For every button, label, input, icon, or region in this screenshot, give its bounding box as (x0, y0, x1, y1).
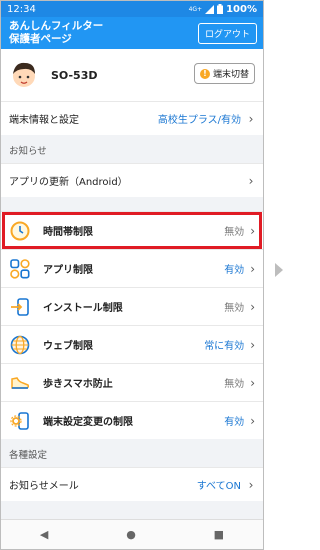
chevron-right-icon: › (250, 337, 255, 352)
phone-screen: 12:34 4G+ 100% あんしんフィルター 保護者ページ ログアウト SO… (0, 0, 264, 550)
feature-time-restriction[interactable]: 時間帯制限 無効 › (1, 211, 263, 249)
battery-level: 100% (226, 3, 257, 15)
feature-walking-phone-prevention[interactable]: 歩きスマホ防止 無効 › (1, 363, 263, 401)
app-title: あんしんフィルター 保護者ページ (9, 20, 104, 45)
plan-status: 高校生プラス/有効 (157, 115, 241, 126)
install-icon (9, 296, 31, 318)
notification-mail-row[interactable]: お知らせメール すべてON › (1, 467, 263, 501)
feature-web-restriction[interactable]: ウェブ制限 常に有効 › (1, 325, 263, 363)
apps-icon (9, 258, 31, 280)
feature-install-restriction[interactable]: インストール制限 無効 › (1, 287, 263, 325)
notice-item[interactable]: アプリの更新（Android） › (1, 163, 263, 197)
chevron-right-icon: › (250, 413, 255, 428)
device-name: SO-53D (51, 68, 98, 82)
feature-settings-change-restriction[interactable]: 端末設定変更の制限 有効 › (1, 401, 263, 439)
device-card: SO-53D ! 端末切替 (1, 49, 263, 101)
settings-phone-icon (9, 410, 31, 432)
home-nav-icon[interactable]: ● (126, 528, 136, 541)
app-header: あんしんフィルター 保護者ページ ログアウト (1, 17, 263, 49)
battery-icon (217, 4, 224, 14)
chevron-right-icon: › (250, 299, 255, 314)
chevron-right-icon: › (250, 375, 255, 390)
globe-icon (9, 334, 31, 356)
warning-icon: ! (199, 68, 210, 79)
status-time: 12:34 (7, 3, 36, 15)
device-settings-row[interactable]: 端末情報と設定 高校生プラス/有効 › (1, 101, 263, 135)
next-step-arrow-icon (275, 263, 283, 277)
feature-app-restriction[interactable]: アプリ制限 有効 › (1, 249, 263, 287)
sneaker-icon (9, 372, 31, 394)
chevron-right-icon: › (250, 223, 255, 238)
status-bar: 12:34 4G+ 100% (1, 1, 263, 17)
signal-icon (205, 4, 215, 14)
avatar (13, 62, 35, 87)
settings-header: 各種設定 (9, 450, 48, 461)
back-nav-icon[interactable]: ◀ (40, 528, 48, 541)
clock-icon (9, 220, 31, 242)
chevron-right-icon: › (248, 111, 254, 126)
network-indicator: 4G+ (188, 5, 203, 13)
device-switch-button[interactable]: ! 端末切替 (193, 63, 255, 84)
recents-nav-icon[interactable]: ■ (214, 528, 224, 541)
chevron-right-icon: › (250, 261, 255, 276)
logout-button[interactable]: ログアウト (197, 22, 257, 44)
notices-header: お知らせ (9, 146, 47, 157)
chevron-right-icon: › (248, 173, 254, 188)
chevron-right-icon: › (248, 477, 254, 492)
system-navigation-bar: ◀ ● ■ (1, 519, 263, 549)
